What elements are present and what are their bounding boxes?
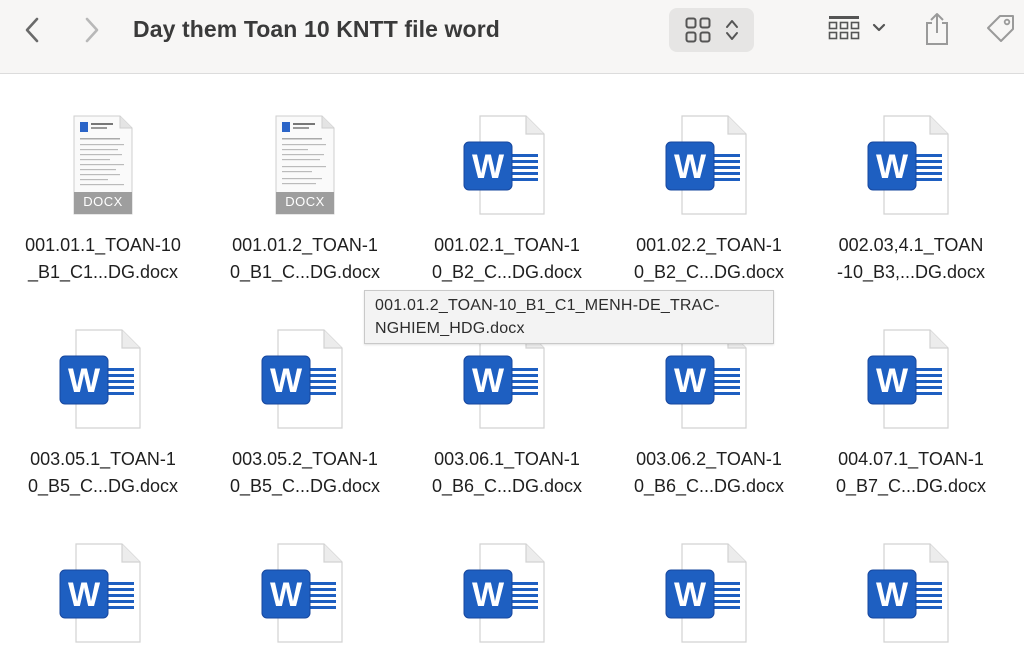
file-item[interactable]: W 003.06.2_TOAN-1 0_B6_C...DG.docx — [608, 328, 810, 500]
file-item[interactable]: W — [406, 542, 608, 646]
file-item[interactable]: DOCX 001.01.1_TOAN-10 _B1_C1...DG.docx — [2, 114, 204, 286]
word-document-icon: W — [462, 114, 552, 218]
docx-badge: DOCX — [83, 194, 123, 209]
file-name: 001.02.1_TOAN-1 0_B2_C...DG.docx — [431, 235, 583, 282]
chevron-left-icon — [25, 17, 39, 43]
file-name: 003.05.2_TOAN-1 0_B5_C...DG.docx — [229, 449, 381, 496]
file-name: 002.03,4.1_TOAN -10_B3,...DG.docx — [836, 235, 986, 282]
share-icon — [926, 13, 948, 45]
file-name: 004.07.1_TOAN-1 0_B7_C...DG.docx — [835, 449, 987, 496]
svg-text:W: W — [472, 148, 505, 186]
tag-icon — [987, 15, 1014, 42]
file-item[interactable]: DOCX 001.01.2_TOAN-1 0_B1_C...DG.docx — [204, 114, 406, 286]
file-item[interactable]: W 001.02.2_TOAN-1 0_B2_C...DG.docx — [608, 114, 810, 286]
share-button[interactable] — [922, 11, 952, 52]
word-document-icon: W — [866, 328, 956, 432]
document-preview-icon: DOCX — [260, 114, 350, 218]
word-document-icon: W — [664, 114, 754, 218]
group-by-icon — [828, 16, 860, 40]
docx-badge: DOCX — [285, 194, 325, 209]
window-title: Day them Toan 10 KNTT file word — [133, 16, 500, 42]
view-mode-button[interactable] — [669, 8, 754, 52]
svg-text:W: W — [876, 362, 909, 400]
file-item[interactable]: W — [204, 542, 406, 646]
file-name: 003.05.1_TOAN-1 0_B5_C...DG.docx — [27, 449, 179, 496]
file-name: 003.06.2_TOAN-1 0_B6_C...DG.docx — [633, 449, 785, 496]
toolbar: Day them Toan 10 KNTT file word — [0, 0, 1024, 74]
file-item[interactable]: W 001.02.1_TOAN-1 0_B2_C...DG.docx — [406, 114, 608, 286]
svg-text:W: W — [270, 362, 303, 400]
filename-tooltip: 001.01.2_TOAN-10_B1_C1_MENH-DE_TRAC- NGH… — [364, 290, 774, 344]
file-name: 001.02.2_TOAN-1 0_B2_C...DG.docx — [633, 235, 785, 282]
tag-button[interactable] — [984, 12, 1018, 51]
forward-button[interactable] — [76, 14, 108, 46]
word-document-icon: W — [58, 542, 148, 646]
word-document-icon: W — [260, 328, 350, 432]
file-name: 001.01.1_TOAN-10 _B1_C1...DG.docx — [25, 235, 181, 282]
word-document-icon: W — [462, 542, 552, 646]
file-item[interactable]: W 003.05.2_TOAN-1 0_B5_C...DG.docx — [204, 328, 406, 500]
file-item[interactable]: W — [608, 542, 810, 646]
svg-text:W: W — [876, 576, 909, 614]
file-item[interactable]: W — [2, 542, 204, 646]
word-document-icon: W — [664, 542, 754, 646]
svg-text:W: W — [674, 576, 707, 614]
word-document-icon: W — [260, 542, 350, 646]
svg-text:W: W — [876, 148, 909, 186]
chevron-down-icon — [872, 23, 886, 32]
icon-grid-icon — [685, 17, 711, 43]
svg-text:W: W — [674, 148, 707, 186]
svg-text:W: W — [674, 362, 707, 400]
file-item[interactable]: W 002.03,4.1_TOAN -10_B3,...DG.docx — [810, 114, 1012, 286]
file-name: 001.01.2_TOAN-1 0_B1_C...DG.docx — [229, 235, 381, 282]
file-item[interactable]: W 003.06.1_TOAN-1 0_B6_C...DG.docx — [406, 328, 608, 500]
file-item[interactable]: W 003.05.1_TOAN-1 0_B5_C...DG.docx — [2, 328, 204, 500]
file-item[interactable]: W 004.07.1_TOAN-1 0_B7_C...DG.docx — [810, 328, 1012, 500]
file-item[interactable]: W — [810, 542, 1012, 646]
svg-text:W: W — [472, 576, 505, 614]
file-name: 003.06.1_TOAN-1 0_B6_C...DG.docx — [431, 449, 583, 496]
svg-text:W: W — [68, 362, 101, 400]
word-document-icon: W — [866, 542, 956, 646]
back-button[interactable] — [16, 14, 48, 46]
svg-text:W: W — [472, 362, 505, 400]
chevron-right-icon — [85, 17, 99, 43]
file-grid: DOCX 001.01.1_TOAN-10 _B1_C1...DG.docx D… — [0, 74, 1024, 656]
group-by-button[interactable] — [828, 14, 886, 42]
document-preview-icon: DOCX — [58, 114, 148, 218]
word-document-icon: W — [58, 328, 148, 432]
svg-text:W: W — [270, 576, 303, 614]
word-document-icon: W — [866, 114, 956, 218]
svg-text:W: W — [68, 576, 101, 614]
up-down-chevron-icon — [726, 20, 738, 40]
